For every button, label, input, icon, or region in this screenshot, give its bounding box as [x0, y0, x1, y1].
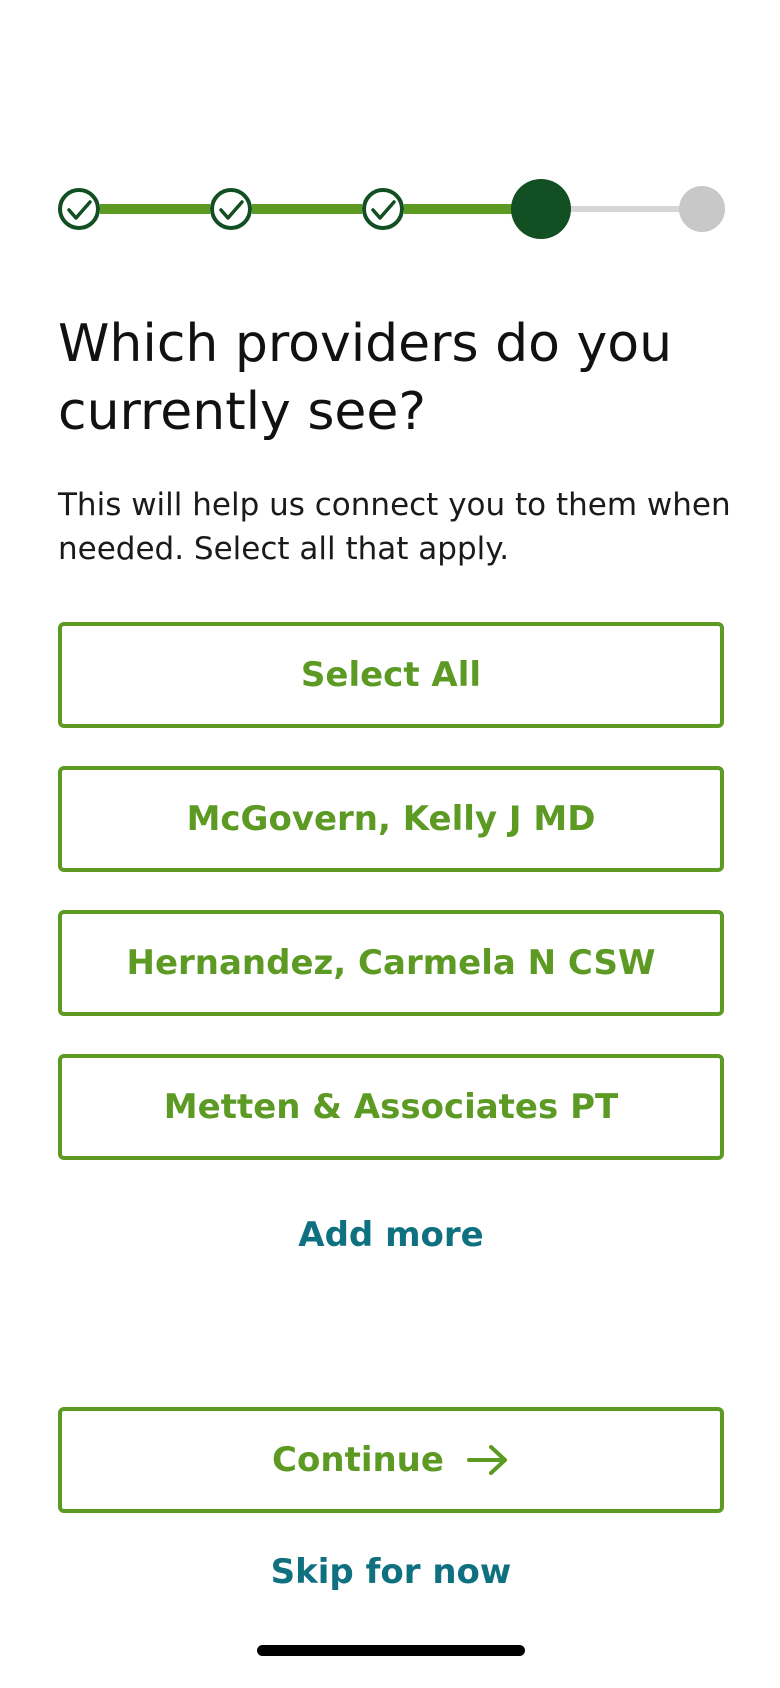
- provider-option-label: Hernandez, Carmela N CSW: [126, 943, 656, 983]
- step-2-completed: [210, 188, 252, 230]
- provider-option-label: Metten & Associates PT: [163, 1087, 619, 1127]
- skip-for-now-link[interactable]: Skip for now: [58, 1552, 724, 1592]
- page-subtitle: This will help us connect you to them wh…: [58, 487, 731, 567]
- select-all-label: Select All: [300, 655, 482, 695]
- arrow-right-icon: [466, 1443, 510, 1477]
- page-title: Which providers do you currently see?: [58, 314, 673, 442]
- home-indicator: [257, 1645, 525, 1656]
- provider-option-mcgovern[interactable]: McGovern, Kelly J MD: [58, 766, 724, 872]
- step-1-completed: [58, 188, 100, 230]
- step-3-completed: [362, 188, 404, 230]
- continue-label: Continue: [272, 1440, 444, 1480]
- step-4-current: [511, 179, 571, 239]
- provider-option-metten[interactable]: Metten & Associates PT: [58, 1054, 724, 1160]
- select-all-button[interactable]: Select All: [58, 622, 724, 728]
- provider-option-hernandez[interactable]: Hernandez, Carmela N CSW: [58, 910, 724, 1016]
- provider-option-label: McGovern, Kelly J MD: [186, 799, 596, 839]
- step-5-upcoming: [679, 186, 725, 232]
- continue-button[interactable]: Continue: [58, 1407, 724, 1513]
- progress-stepper: [58, 179, 725, 239]
- add-more-link[interactable]: Add more: [58, 1215, 724, 1255]
